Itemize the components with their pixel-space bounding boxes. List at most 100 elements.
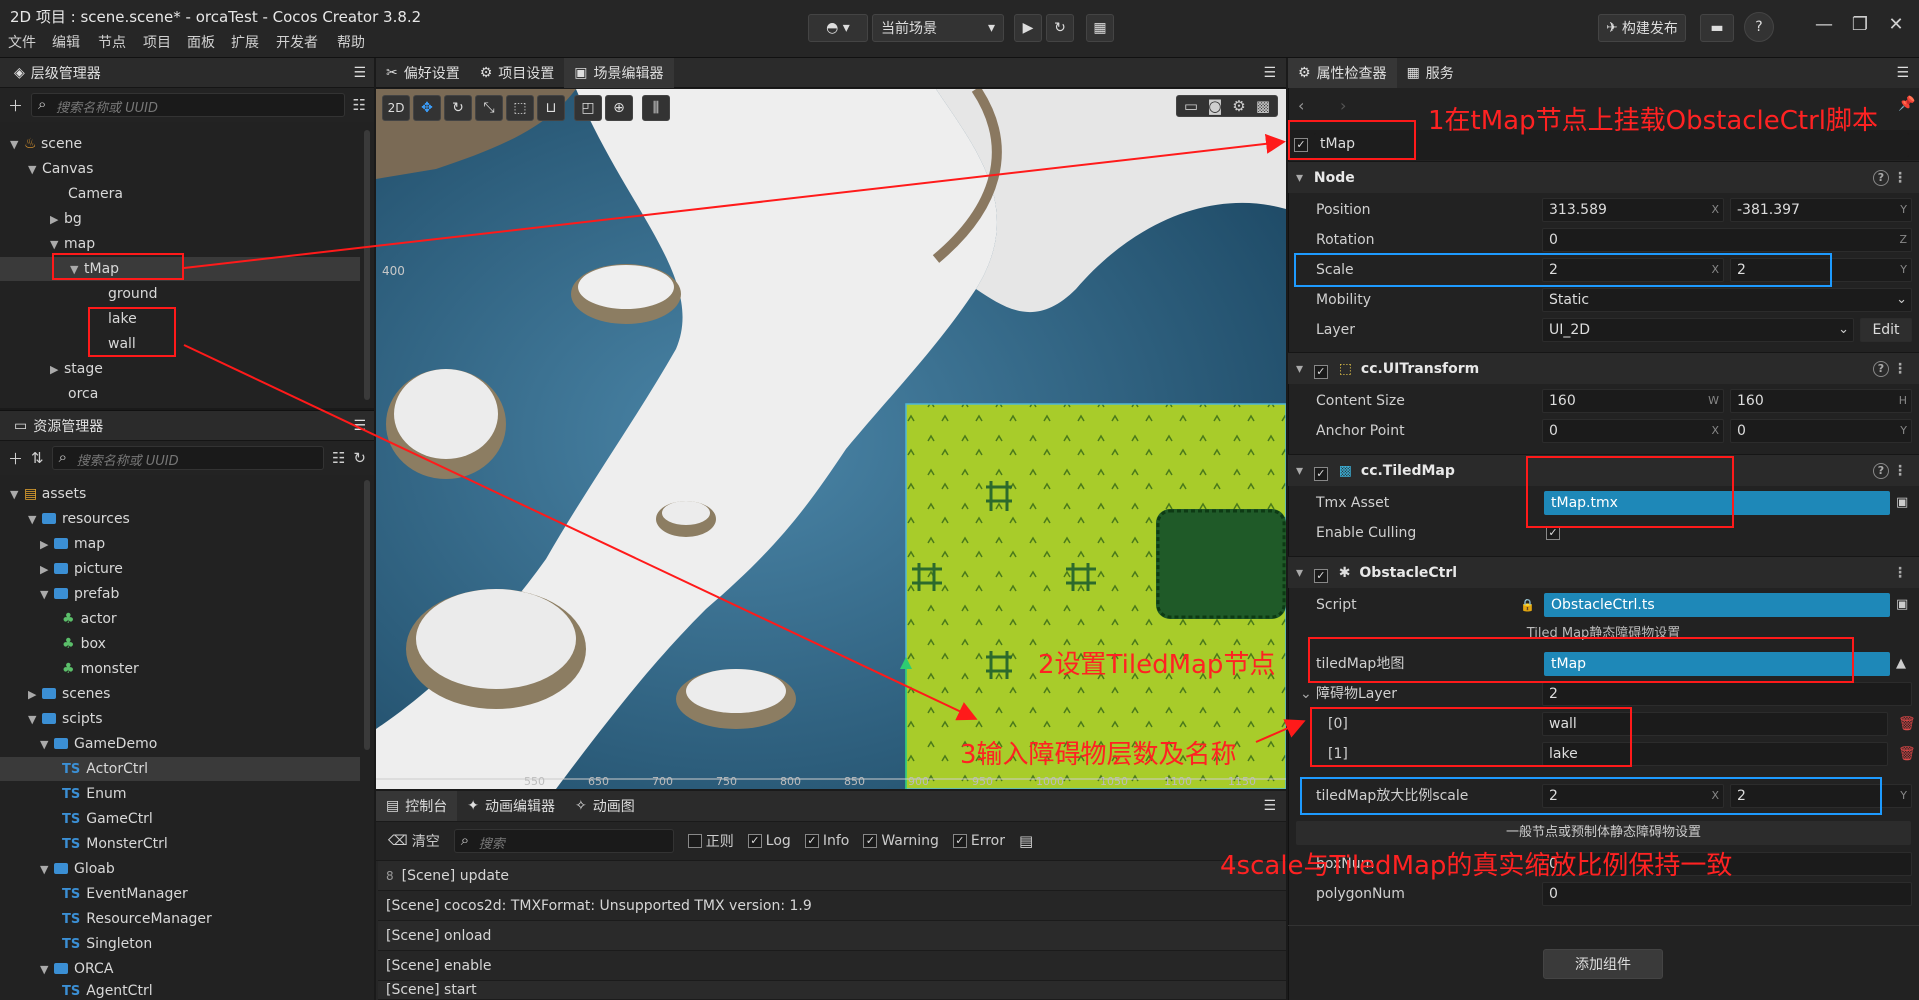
checkbox[interactable]: ✓	[747, 834, 762, 848]
node-section-header[interactable]: ▾ Node ? ⋮	[1288, 161, 1919, 193]
assets-tab[interactable]: ▭ 资源管理器	[8, 411, 109, 441]
panel-menu-icon[interactable]: ☰	[353, 65, 366, 81]
script-asset-field[interactable]: ObstacleCtrl.ts	[1544, 593, 1890, 617]
component-enabled-checkbox[interactable]: ✓	[1313, 569, 1328, 583]
panel-menu-icon[interactable]: ☰	[1263, 798, 1276, 814]
component-enabled-checkbox[interactable]: ✓	[1313, 467, 1328, 481]
back-arrow-icon[interactable]: ‹	[1298, 96, 1304, 115]
filter-error[interactable]: ✓ Error	[952, 833, 1005, 849]
panel-menu-icon[interactable]: ☰	[353, 418, 366, 434]
assets-search-input[interactable]: 搜索名称或 UUID	[51, 446, 324, 470]
play-icon[interactable]: ▶	[1014, 14, 1042, 42]
anchor-y-input[interactable]: 0Y	[1730, 419, 1912, 443]
asset-scenes[interactable]: ▶ scenes	[28, 682, 110, 707]
tree-orca[interactable]: orca	[68, 382, 98, 407]
asset-prefab[interactable]: ▼ prefab	[40, 582, 119, 607]
clear-button[interactable]: ⌫ 清空	[388, 831, 440, 851]
pin-icon[interactable]: 📌	[1898, 96, 1915, 112]
content-height-input[interactable]: 160 H	[1730, 389, 1912, 413]
tree-ground[interactable]: ground	[108, 282, 158, 307]
position-x-input[interactable]: 313.589 X	[1542, 198, 1724, 222]
sort-icon[interactable]: ⇅	[31, 449, 44, 467]
forward-arrow-icon[interactable]: ›	[1340, 96, 1346, 115]
asset-enum[interactable]: TS Enum	[62, 782, 126, 807]
help-icon[interactable]: ?	[1873, 170, 1889, 186]
pivot-icon[interactable]: ◰	[574, 95, 602, 121]
obstacle-layer-count-input[interactable]: 2	[1542, 682, 1912, 706]
filter-info[interactable]: ✓ Info	[804, 833, 849, 849]
tab-inspector[interactable]: ⚙ 属性检查器	[1288, 58, 1397, 88]
help-icon[interactable]: ?	[1873, 361, 1889, 377]
delete-icon[interactable]: 🗑	[1898, 739, 1916, 769]
open-log-icon[interactable]: ▤	[1019, 832, 1033, 850]
list-icon[interactable]: ☷	[353, 96, 366, 114]
gear-icon[interactable]: ⚙	[1228, 97, 1250, 115]
more-icon[interactable]: ⋮	[1893, 455, 1907, 487]
tree-canvas[interactable]: ▼ Canvas	[28, 157, 93, 182]
tree-bg[interactable]: ▶ bg	[50, 207, 82, 232]
menu-node[interactable]: 节点	[98, 32, 126, 52]
asset-orca[interactable]: ▼ ORCA	[40, 957, 113, 982]
assets-scrollbar[interactable]	[364, 480, 370, 750]
rotation-input[interactable]: 0Z	[1542, 228, 1912, 252]
locate-icon[interactable]: ▲	[1896, 649, 1906, 679]
asset-gloab[interactable]: ▼ Gloab	[40, 857, 115, 882]
lock-icon[interactable]: ▣	[1896, 590, 1908, 620]
qrcode-icon[interactable]: ▦	[1086, 14, 1114, 42]
add-component-button[interactable]: 添加组件	[1543, 949, 1663, 979]
asset-picture[interactable]: ▶ picture	[40, 557, 123, 582]
checkbox[interactable]: ✓	[804, 834, 819, 848]
layer-select[interactable]: UI_2D ⌄	[1542, 318, 1854, 342]
build-publish-button[interactable]: ✈ 构建发布	[1598, 14, 1686, 42]
hierarchy-search-input[interactable]: 搜索名称或 UUID	[31, 93, 345, 117]
menu-project[interactable]: 项目	[143, 32, 171, 52]
menu-panel[interactable]: 面板	[187, 32, 215, 52]
rect-tool-icon[interactable]: ⬚	[506, 95, 534, 121]
delete-icon[interactable]: 🗑	[1898, 709, 1916, 739]
chevron-down-icon[interactable]: ⌄	[1300, 679, 1312, 709]
position-y-input[interactable]: -381.397 Y	[1730, 198, 1912, 222]
asset-monster[interactable]: ♣ monster	[62, 657, 139, 682]
asset-resourcemanager[interactable]: TS ResourceManager	[62, 907, 212, 932]
log-line[interactable]: 8 [Scene] update	[378, 861, 1286, 891]
filter-regex[interactable]: 正则	[687, 831, 734, 851]
add-icon[interactable]: ＋	[8, 448, 23, 469]
tab-console[interactable]: ▤ 控制台	[376, 791, 458, 821]
hierarchy-tab[interactable]: ◈ 层级管理器	[8, 58, 107, 88]
checkbox[interactable]	[687, 834, 702, 848]
coordinate-icon[interactable]: ⊕	[605, 95, 633, 121]
layer-edit-button[interactable]: Edit	[1860, 318, 1912, 342]
menu-file[interactable]: 文件	[8, 32, 36, 52]
folder-icon[interactable]: ▬	[1700, 14, 1734, 42]
close-icon[interactable]: ✕	[1884, 14, 1908, 38]
filter-log[interactable]: ✓ Log	[747, 833, 791, 849]
tab-project-settings[interactable]: ⚙ 项目设置	[470, 63, 565, 83]
menu-extension[interactable]: 扩展	[231, 32, 259, 52]
asset-monsterctrl[interactable]: TS MonsterCtrl	[62, 832, 168, 857]
maximize-icon[interactable]: ❐	[1848, 14, 1872, 38]
2d-toggle-button[interactable]: 2D	[382, 95, 410, 121]
move-tool-icon[interactable]: ✥	[413, 95, 441, 121]
rotate-tool-icon[interactable]: ↻	[444, 95, 472, 121]
transform-tool-icon[interactable]: ⊔	[537, 95, 565, 121]
tree-stage[interactable]: ▶ stage	[50, 357, 103, 382]
snap-icon[interactable]: ⫼	[642, 95, 670, 121]
menu-help[interactable]: 帮助	[337, 32, 365, 52]
menu-edit[interactable]: 编辑	[52, 32, 80, 52]
tab-animation-editor[interactable]: ✦ 动画编辑器	[457, 796, 565, 816]
log-line[interactable]: [Scene] cocos2d: TMXFormat: Unsupported …	[378, 891, 1286, 921]
mobility-select[interactable]: Static ⌄	[1542, 288, 1912, 312]
filter-warning[interactable]: ✓ Warning	[863, 833, 939, 849]
more-icon[interactable]: ⋮	[1893, 557, 1907, 589]
help-icon[interactable]: ?	[1744, 12, 1774, 42]
view-settings-icon[interactable]: ▩	[1252, 97, 1274, 115]
help-icon[interactable]: ?	[1873, 463, 1889, 479]
asset-gamedemo[interactable]: ▼ GameDemo	[40, 732, 157, 757]
asset-assets[interactable]: ▼ ▤ assets	[10, 482, 86, 507]
scene-select[interactable]: 当前场景 ▾	[872, 14, 1004, 42]
polygonnum-input[interactable]: 0	[1542, 882, 1912, 906]
asset-resources[interactable]: ▼ resources	[28, 507, 130, 532]
log-line[interactable]: [Scene] enable	[378, 951, 1286, 981]
list-icon[interactable]: ☷	[332, 449, 345, 467]
console-search-input[interactable]: 搜索	[453, 829, 674, 853]
